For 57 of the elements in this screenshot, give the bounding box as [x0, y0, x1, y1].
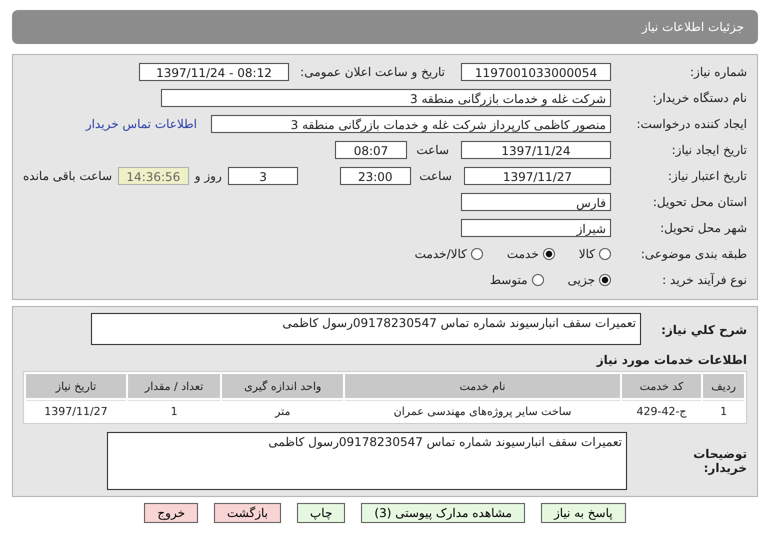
created-date-field: 1397/11/24: [461, 141, 611, 159]
field-label: نام دستگاه خریدار:: [652, 91, 747, 105]
field-label: استان محل تحویل:: [652, 195, 747, 209]
action-button[interactable]: خروج: [144, 503, 198, 523]
creator-field: منصور کاظمی کارپرداز شرکت غله و خدمات بازرگانی منطقه 3: [211, 115, 611, 133]
radio-label: کالا: [578, 247, 595, 261]
field-label: طبقه بندی موضوعی:: [640, 247, 747, 261]
radio-label: جزیی: [568, 273, 595, 287]
section-title: اطلاعات خدمات مورد نیاز: [595, 353, 747, 367]
validity-date-field: 1397/11/27: [464, 167, 611, 185]
field-label: تاریخ ایجاد نیاز:: [670, 143, 747, 157]
column-header: نام خدمت: [345, 374, 620, 398]
remaining-time-field: 14:36:56: [118, 167, 189, 185]
radio-button[interactable]: [470, 248, 483, 260]
created-time-field: 08:07: [335, 141, 407, 159]
radio-label: متوسط: [490, 273, 528, 287]
buyer-contact-link[interactable]: اطلاعات تماس خریدار: [86, 117, 197, 131]
field-label: توضیحات خریدار:: [692, 447, 747, 475]
action-button[interactable]: بازگشت: [214, 503, 281, 523]
field-label: تاریخ اعتبار نیاز:: [666, 169, 747, 183]
column-header: ردیف: [703, 374, 744, 398]
action-button[interactable]: مشاهده مدارک پیوستی (3): [361, 503, 525, 523]
description-box: تعمیرات سقف انبارسیوند شماره تماس 09178230547رسول کاظمی: [91, 313, 641, 345]
action-button[interactable]: پاسخ به نیاز: [540, 503, 626, 523]
column-header: تعداد / مقدار: [128, 374, 220, 398]
radio-button[interactable]: [599, 248, 611, 260]
field-label: ایجاد کننده درخواست:: [635, 117, 747, 131]
days-field: 3: [228, 167, 298, 185]
table-cell: ساخت سایر پروژه‌های مهندسی عمران: [345, 400, 620, 421]
province-field: فارس: [461, 193, 611, 211]
field-label: روز و: [194, 169, 222, 183]
field-label: ساعت: [415, 143, 449, 157]
buyer-notes-box: تعمیرات سقف انبارسیوند شماره تماس 09178230547رسول کاظمی: [107, 432, 627, 490]
radio-label: خدمت: [506, 247, 539, 261]
field-label: نوع فرآیند خرید :: [661, 273, 747, 287]
field-label: شرح کلي نیاز:: [660, 322, 747, 337]
field-label: ساعت باقی مانده: [22, 169, 112, 183]
field-label: شهر محل تحویل:: [659, 221, 747, 235]
column-header: تاریخ نیاز: [26, 374, 126, 398]
table-cell: ج-42-429: [622, 400, 702, 421]
column-header: واحد اندازه گیری: [222, 374, 344, 398]
buyer-name-field: شرکت غله و خدمات بازرگانی منطقه 3: [161, 89, 611, 107]
page-title: جزئیات اطلاعات نیاز: [642, 20, 744, 34]
radio-button[interactable]: [599, 274, 611, 286]
validity-time-field: 23:00: [340, 167, 411, 185]
column-header: کد خدمت: [622, 374, 702, 398]
radio-label: کالا/خدمت: [414, 247, 467, 261]
city-field: شیراز: [461, 219, 611, 237]
table-cell: متر: [222, 400, 344, 421]
radio-button[interactable]: [532, 274, 544, 286]
field-label: تاریخ و ساعت اعلان عمومی:: [299, 65, 445, 79]
need-number-field: 1197001033000054: [461, 63, 611, 81]
action-button[interactable]: چاپ: [297, 503, 346, 523]
radio-button[interactable]: [542, 248, 555, 260]
field-label: ساعت: [418, 169, 452, 183]
field-label: شماره نیاز:: [689, 65, 747, 79]
announce-date-field: 1397/11/24 - 08:12: [139, 63, 289, 81]
